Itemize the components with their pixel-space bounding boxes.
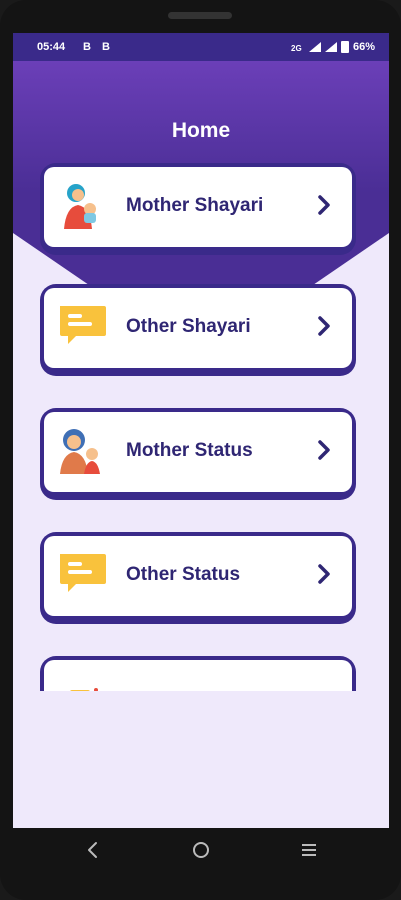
speaker-grille [168, 12, 232, 19]
system-nav-bar [13, 828, 389, 872]
menu-card-partial[interactable] [40, 656, 356, 691]
recents-icon[interactable] [297, 838, 321, 862]
phone-frame: 05:44 B B 2G 66% Home Mother Shayari Oth… [0, 0, 401, 900]
app-screen: 05:44 B B 2G 66% Home Mother Shayari Oth… [13, 33, 389, 828]
list-clip [13, 33, 389, 691]
partial-icon [70, 688, 98, 691]
card-body [44, 660, 352, 691]
back-icon[interactable] [81, 838, 105, 862]
home-icon[interactable] [189, 838, 213, 862]
